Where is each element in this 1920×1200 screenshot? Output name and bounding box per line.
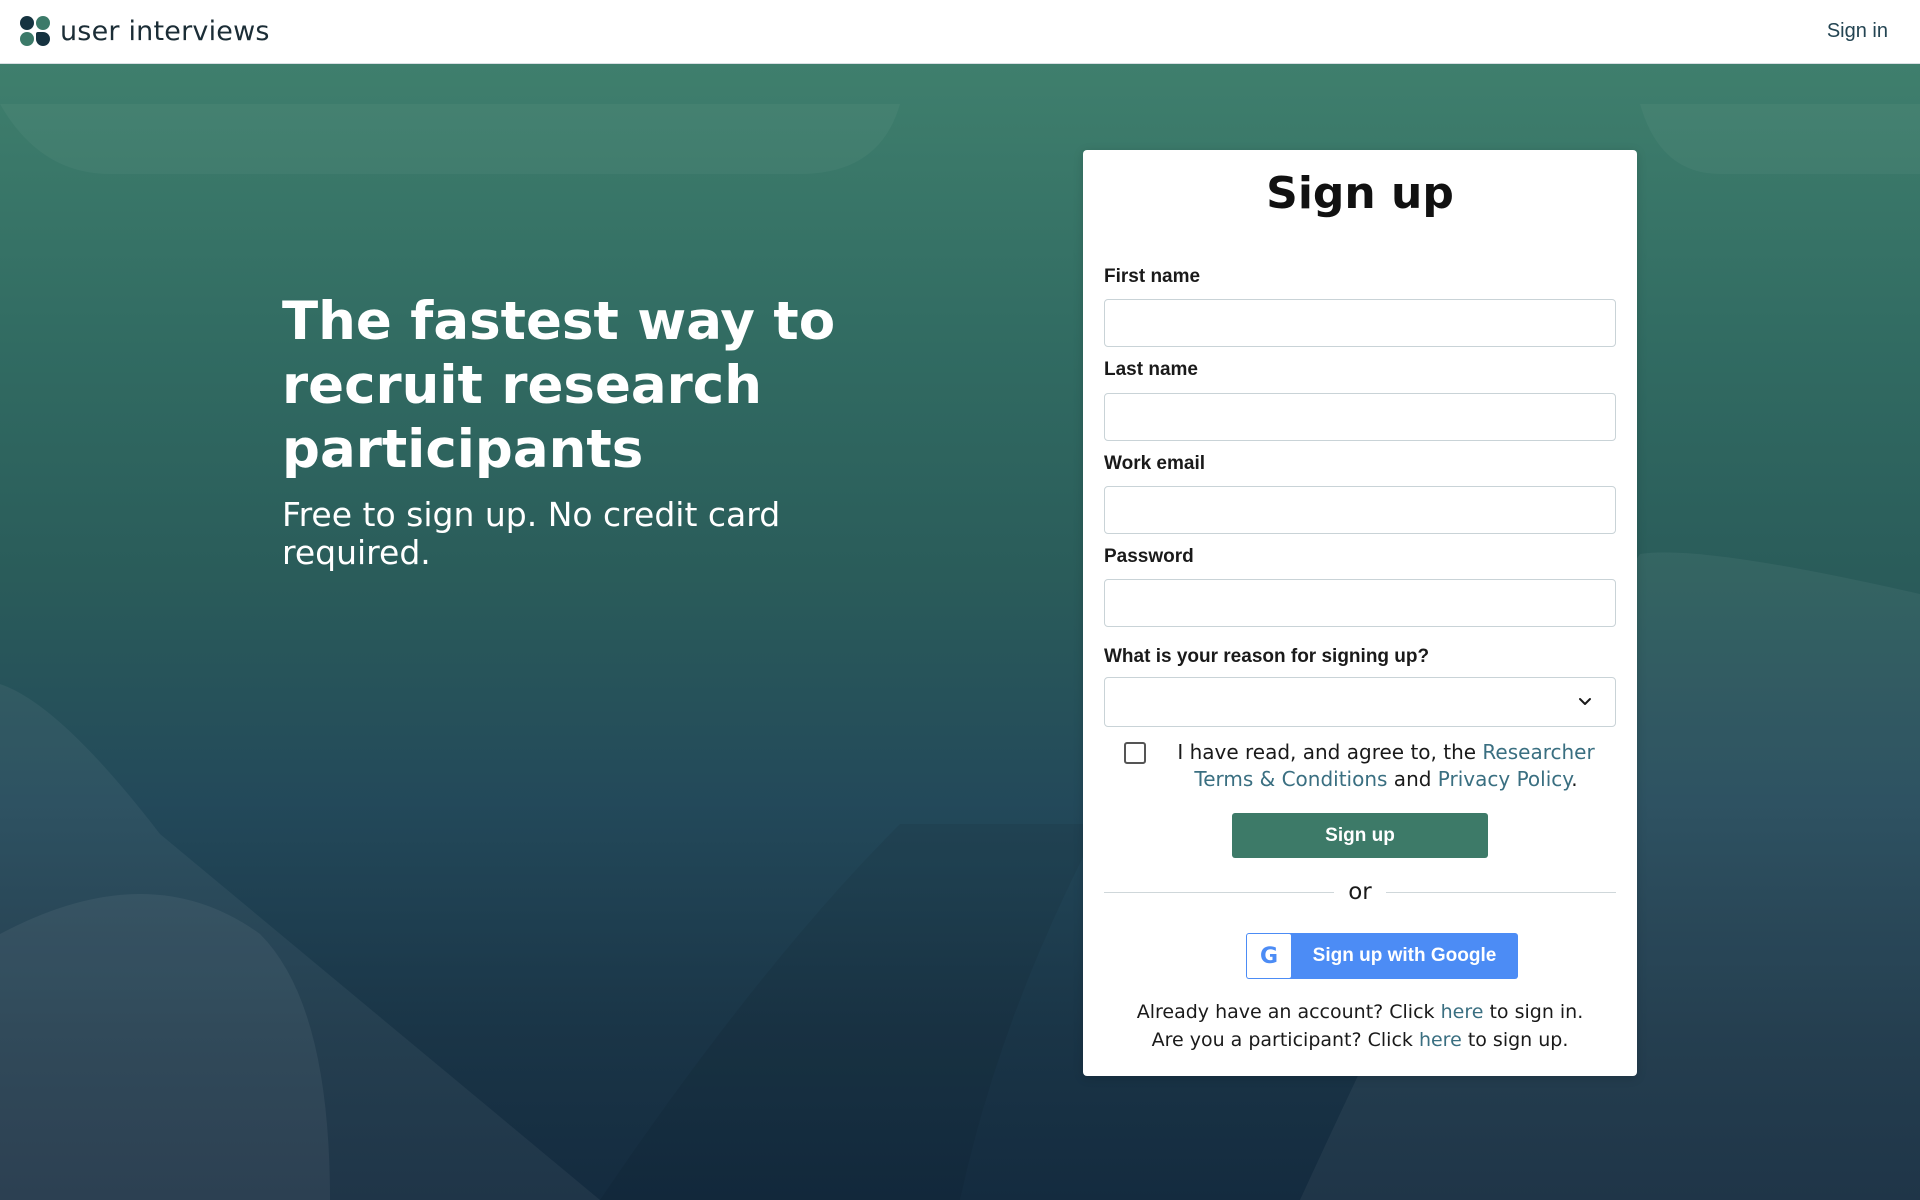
- terms-middle: and: [1387, 767, 1438, 791]
- header-sign-in-link[interactable]: Sign in: [1827, 20, 1888, 43]
- user-interviews-logo-icon: [20, 15, 52, 47]
- hero-section: The fastest way to recruit research part…: [282, 290, 842, 572]
- reason-label: What is your reason for signing up?: [1104, 646, 1430, 667]
- participant-prompt: Are you a participant? Click here to sig…: [1104, 1029, 1616, 1051]
- sign-in-prompt-suffix: to sign in.: [1483, 1001, 1584, 1023]
- password-field[interactable]: [1104, 579, 1616, 627]
- terms-suffix: .: [1571, 767, 1578, 791]
- signup-title: Sign up: [1266, 168, 1454, 219]
- participant-prompt-suffix: to sign up.: [1461, 1029, 1569, 1051]
- terms-text: I have read, and agree to, the Researche…: [1156, 739, 1616, 793]
- privacy-policy-link[interactable]: Privacy Policy: [1438, 767, 1571, 791]
- last-name-label: Last name: [1104, 359, 1198, 380]
- terms-agreement: I have read, and agree to, the Researche…: [1124, 739, 1616, 793]
- sign-in-prompt: Already have an account? Click here to s…: [1104, 1001, 1616, 1023]
- divider-line-right: [1386, 892, 1616, 893]
- participant-prompt-prefix: Are you a participant? Click: [1151, 1029, 1419, 1051]
- google-icon: G: [1247, 934, 1291, 978]
- signup-card: Sign up First name Last name Work email …: [1083, 150, 1637, 1076]
- sign-up-with-google-button[interactable]: G Sign up with Google: [1246, 933, 1518, 979]
- brand-logo[interactable]: user interviews: [20, 15, 270, 47]
- or-divider: or: [1104, 872, 1616, 912]
- sign-up-button[interactable]: Sign up: [1232, 813, 1488, 858]
- first-name-field[interactable]: [1104, 299, 1616, 347]
- last-name-field[interactable]: [1104, 393, 1616, 441]
- hero-title: The fastest way to recruit research part…: [282, 291, 836, 480]
- work-email-label: Work email: [1104, 453, 1206, 474]
- sign-in-prompt-prefix: Already have an account? Click: [1136, 1001, 1441, 1023]
- terms-prefix: I have read, and agree to, the: [1177, 740, 1483, 764]
- first-name-label: First name: [1104, 266, 1201, 287]
- brand-name: user interviews: [60, 15, 270, 47]
- terms-checkbox[interactable]: [1124, 742, 1146, 764]
- hero-subtitle: Free to sign up. No credit card required…: [282, 495, 781, 572]
- password-label: Password: [1104, 546, 1194, 567]
- sign-in-here-link[interactable]: here: [1441, 1001, 1484, 1023]
- google-button-label: Sign up with Google: [1312, 945, 1497, 966]
- top-navbar: user interviews Sign in: [0, 0, 1920, 64]
- participant-signup-here-link[interactable]: here: [1419, 1029, 1462, 1051]
- work-email-field[interactable]: [1104, 486, 1616, 534]
- reason-select[interactable]: [1104, 677, 1616, 727]
- chevron-down-icon: [1579, 698, 1591, 705]
